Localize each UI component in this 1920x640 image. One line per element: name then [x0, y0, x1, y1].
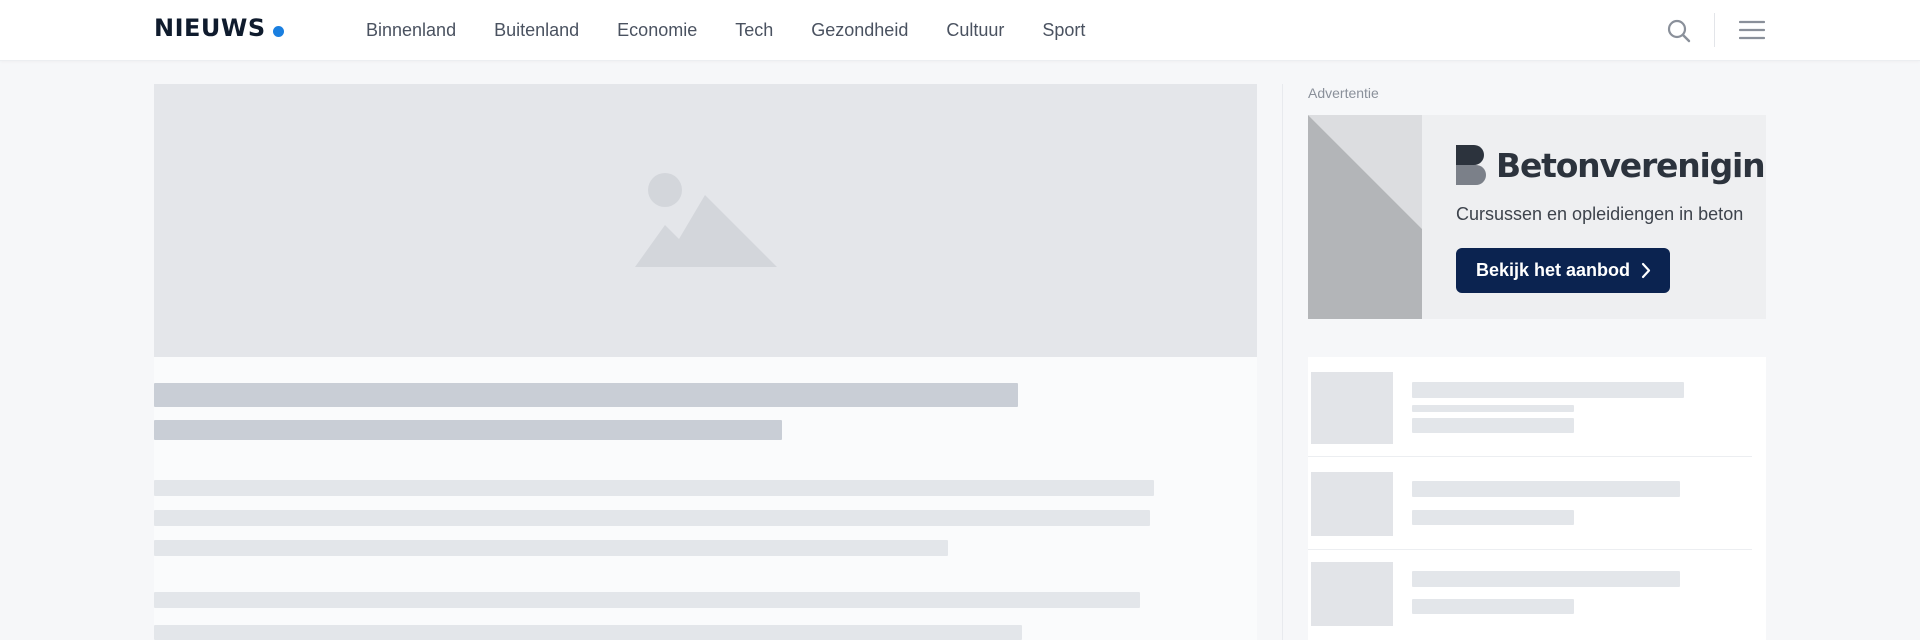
skeleton-text-line — [154, 510, 1150, 526]
ad-cta-label: Bekijk het aanbod — [1476, 260, 1631, 280]
ad-cta-button[interactable]: Bekijk het aanbod — [1456, 248, 1670, 293]
skeleton-text-line — [1412, 510, 1574, 525]
hamburger-menu-icon[interactable] — [1738, 19, 1766, 41]
skeleton-text-line — [1412, 571, 1680, 587]
skeleton-text-line — [1412, 382, 1684, 398]
sidebar-list-skeleton — [1308, 357, 1766, 640]
chevron-right-icon — [1641, 262, 1651, 279]
hero-image-placeholder — [154, 84, 1257, 357]
betonvereniging-logo-icon — [1456, 145, 1486, 185]
advertisement-banner[interactable]: Betonvereniging Cursussen en opleidienge… — [1308, 115, 1766, 319]
skeleton-subtitle-line — [154, 420, 782, 440]
skeleton-text-line — [1412, 418, 1574, 433]
skeleton-text-line — [154, 625, 1022, 640]
nav-item-cultuur[interactable]: Cultuur — [946, 20, 1004, 41]
header-divider — [1714, 13, 1715, 47]
ad-label: Advertentie — [1308, 85, 1379, 101]
list-separator — [1308, 549, 1752, 550]
skeleton-text-line — [154, 480, 1154, 496]
nav-item-binnenland[interactable]: Binnenland — [366, 20, 456, 41]
skeleton-thumbnail — [1311, 472, 1393, 536]
logo-dot — [272, 25, 284, 37]
site-logo[interactable]: NIEUWS — [154, 14, 284, 42]
skeleton-text-line — [1412, 599, 1574, 614]
list-item[interactable] — [1308, 472, 1766, 536]
skeleton-thumbnail — [1311, 372, 1393, 444]
column-divider — [1282, 84, 1283, 640]
logo-text: NIEUWS — [154, 14, 266, 42]
skeleton-text-line — [154, 592, 1140, 608]
search-icon[interactable] — [1666, 18, 1692, 44]
skeleton-text-line — [1412, 481, 1680, 497]
site-header: NIEUWS Binnenland Buitenland Economie Te… — [0, 0, 1920, 61]
main-nav: Binnenland Buitenland Economie Tech Gezo… — [366, 0, 1123, 61]
skeleton-text-line — [154, 540, 948, 556]
ad-brand-name: Betonvereniging — [1496, 145, 1766, 185]
ad-concrete-image — [1308, 115, 1422, 319]
nav-item-tech[interactable]: Tech — [735, 20, 773, 41]
skeleton-thumbnail — [1311, 562, 1393, 626]
nav-item-sport[interactable]: Sport — [1042, 20, 1085, 41]
skeleton-text-line — [1412, 405, 1574, 412]
list-item[interactable] — [1308, 562, 1766, 626]
image-placeholder-icon — [634, 172, 777, 267]
ad-brand: Betonvereniging — [1456, 145, 1766, 185]
list-separator — [1308, 456, 1752, 457]
nav-item-economie[interactable]: Economie — [617, 20, 697, 41]
article-skeleton — [154, 357, 1257, 640]
nav-item-buitenland[interactable]: Buitenland — [494, 20, 579, 41]
list-item[interactable] — [1308, 372, 1766, 444]
nav-item-gezondheid[interactable]: Gezondheid — [811, 20, 908, 41]
skeleton-title-line — [154, 383, 1018, 407]
ad-tagline: Cursussen en opleidiengen in beton — [1456, 204, 1744, 224]
